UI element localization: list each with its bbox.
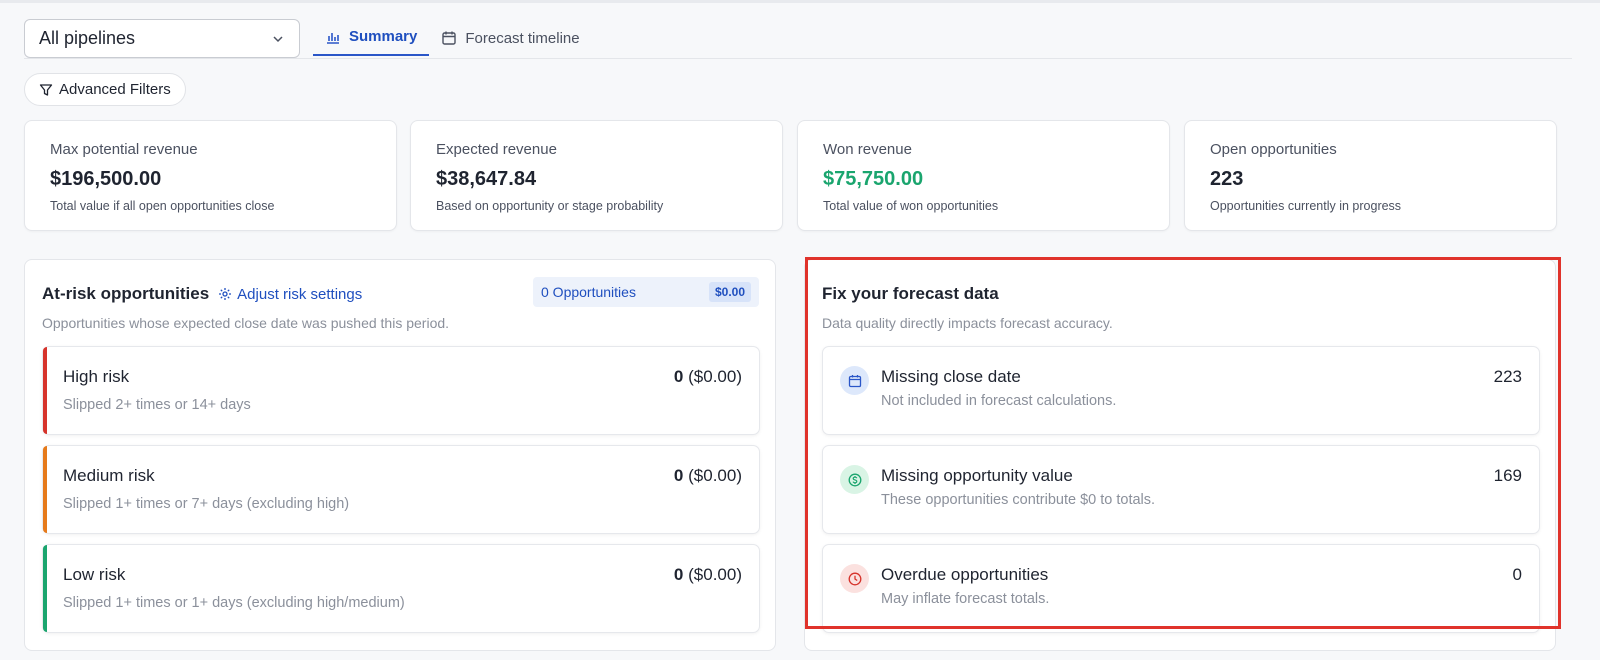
kpi-subtext: Based on opportunity or stage probabilit…	[436, 199, 664, 213]
kpi-value: $196,500.00	[50, 168, 162, 190]
risk-accent-bar	[43, 545, 47, 632]
forecast-page: All pipelines Summary Forecast timeline …	[0, 0, 1600, 660]
kpi-value: $38,647.84	[436, 168, 537, 190]
risk-amount: ($0.00)	[688, 565, 742, 584]
risk-amount: ($0.00)	[688, 367, 742, 386]
at-risk-title-text: At-risk opportunities	[42, 284, 210, 303]
kpi-label: Expected revenue	[436, 141, 557, 158]
risk-row-low[interactable]: Low risk Slipped 1+ times or 1+ days (ex…	[42, 544, 760, 633]
filter-icon	[39, 83, 53, 96]
risk-count: 0	[673, 565, 684, 584]
at-risk-description: Opportunities whose expected close date …	[42, 315, 450, 331]
top-rule	[0, 0, 1600, 3]
tab-forecast-timeline[interactable]: Forecast timeline	[429, 19, 591, 57]
at-risk-count-chip: 0 Opportunities $0.00	[533, 277, 759, 307]
pipeline-select[interactable]: All pipelines	[24, 19, 300, 58]
at-risk-amount: $0.00	[708, 282, 751, 302]
at-risk-count: 0 Opportunities	[541, 284, 636, 300]
tab-summary-label: Summary	[349, 28, 418, 45]
pipeline-select-value: All pipelines	[39, 28, 136, 48]
kpi-value: $75,750.00	[823, 168, 924, 190]
kpi-max-potential-revenue: Max potential revenue $196,500.00 Total …	[24, 120, 397, 231]
kpi-won-revenue: Won revenue $75,750.00 Total value of wo…	[797, 120, 1170, 231]
adjust-risk-settings-link[interactable]: Adjust risk settings	[218, 286, 362, 303]
kpi-expected-revenue: Expected revenue $38,647.84 Based on opp…	[410, 120, 783, 231]
kpi-label: Open opportunities	[1210, 141, 1337, 158]
highlight-annotation-box	[805, 257, 1561, 629]
kpi-subtext: Total value if all open opportunities cl…	[50, 199, 275, 213]
risk-value: 0 ($0.00)	[674, 367, 742, 387]
risk-subtext: Slipped 1+ times or 7+ days (excluding h…	[63, 496, 350, 512]
risk-amount: ($0.00)	[688, 466, 742, 485]
kpi-subtext: Opportunities currently in progress	[1210, 199, 1402, 213]
at-risk-panel: At-risk opportunities Adjust risk settin…	[24, 259, 776, 651]
risk-count: 0	[673, 466, 684, 485]
calendar-icon	[442, 31, 457, 45]
risk-title: Medium risk	[63, 466, 155, 485]
advanced-filters-button[interactable]: Advanced Filters	[24, 73, 186, 106]
bar-chart-icon	[327, 32, 339, 44]
risk-title: High risk	[63, 367, 130, 386]
risk-value: 0 ($0.00)	[674, 565, 742, 585]
kpi-value: 223	[1210, 168, 1244, 190]
risk-value: 0 ($0.00)	[674, 466, 742, 486]
advanced-filters-label: Advanced Filters	[59, 81, 171, 98]
chevron-down-icon	[273, 35, 283, 42]
risk-subtext: Slipped 2+ times or 14+ days	[63, 397, 251, 413]
kpi-label: Max potential revenue	[50, 141, 198, 158]
risk-row-high[interactable]: High risk Slipped 2+ times or 14+ days 0…	[42, 346, 760, 435]
kpi-open-opportunities: Open opportunities 223 Opportunities cur…	[1184, 120, 1557, 231]
adjust-risk-settings-label: Adjust risk settings	[237, 285, 363, 303]
risk-title: Low risk	[63, 565, 126, 584]
risk-subtext: Slipped 1+ times or 1+ days (excluding h…	[63, 595, 405, 611]
at-risk-title: At-risk opportunities Adjust risk settin…	[42, 284, 362, 304]
tab-summary[interactable]: Summary	[313, 19, 430, 56]
risk-row-medium[interactable]: Medium risk Slipped 1+ times or 7+ days …	[42, 445, 760, 534]
risk-accent-bar	[43, 446, 47, 533]
risk-count: 0	[673, 367, 684, 386]
toolbar: All pipelines Summary Forecast timeline	[24, 19, 1572, 59]
view-tabs: Summary Forecast timeline	[313, 19, 592, 59]
kpi-subtext: Total value of won opportunities	[823, 199, 999, 213]
kpi-label: Won revenue	[823, 141, 912, 158]
gear-icon	[219, 288, 232, 300]
risk-accent-bar	[43, 347, 47, 434]
tab-forecast-timeline-label: Forecast timeline	[465, 29, 580, 47]
